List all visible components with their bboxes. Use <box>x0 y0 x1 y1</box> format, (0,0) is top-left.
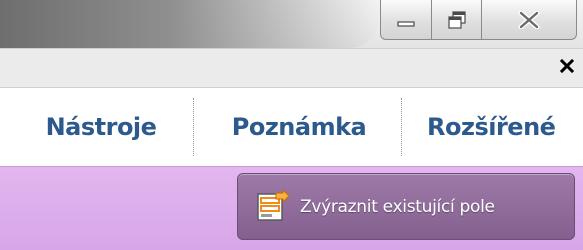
tab-comment[interactable]: Poznámka <box>200 104 398 150</box>
titlebar-shade <box>0 0 380 48</box>
task-tabs: Nástroje Poznámka Rozšířené <box>0 88 583 166</box>
tab-advanced[interactable]: Rozšířené <box>410 104 583 150</box>
highlight-fields-button[interactable]: Zvýraznit existující pole <box>237 173 575 240</box>
close-window-button[interactable] <box>482 0 577 40</box>
tab-divider <box>193 98 194 156</box>
tab-divider <box>401 98 402 156</box>
restore-button[interactable] <box>432 0 482 40</box>
window-titlebar <box>0 0 583 48</box>
tab-tools[interactable]: Nástroje <box>26 104 176 150</box>
restore-icon <box>447 10 466 29</box>
close-x-icon <box>559 58 575 77</box>
panel-close-button[interactable] <box>557 57 577 77</box>
panel-header <box>0 48 583 88</box>
minimize-button[interactable] <box>380 0 432 40</box>
forms-message-bar: Zvýraznit existující pole <box>0 166 583 250</box>
close-icon <box>518 10 540 29</box>
minimize-icon <box>397 13 415 27</box>
highlight-fields-icon <box>256 188 290 224</box>
highlight-fields-label: Zvýraznit existující pole <box>300 196 495 217</box>
window-controls <box>380 0 577 40</box>
